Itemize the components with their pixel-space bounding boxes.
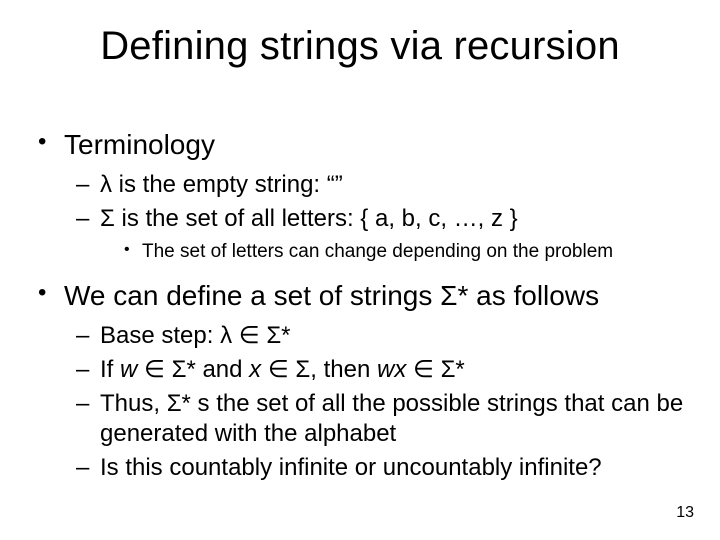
text: If [100, 356, 120, 383]
text: * [455, 356, 464, 383]
text: Terminology [64, 129, 215, 160]
text: * and [186, 356, 249, 383]
sub-inductive-step: If w ∈ Σ* and x ∈ Σ, then wx ∈ Σ* [76, 355, 686, 385]
bullet-terminology: Terminology λ is the empty string: “” Σ … [36, 128, 686, 275]
sub-thus: Thus, Σ* s the set of all the possible s… [76, 389, 686, 449]
sigma-sym: Σ [441, 356, 456, 383]
text: is the set of all letters: { a, b, c, …,… [115, 205, 518, 232]
sub-base-step: Base step: λ ∈ Σ* [76, 321, 686, 351]
note-letters-change: The set of letters can change depending … [124, 240, 686, 264]
elem-sym: ∈ [261, 356, 295, 383]
var-x: x [249, 356, 261, 383]
sigma-sym: Σ [100, 205, 115, 232]
text: , then [310, 356, 377, 383]
sigma-sym: Σ [266, 322, 281, 349]
text: Is this countably infinite or uncountabl… [100, 454, 602, 481]
text: We can define a set of strings [64, 280, 440, 311]
text: Thus, [100, 390, 167, 417]
slide: Defining strings via recursion Terminolo… [0, 0, 720, 540]
sub-question: Is this countably infinite or uncountabl… [76, 453, 686, 483]
text: Base step: [100, 322, 220, 349]
elem-sym: ∈ [406, 356, 440, 383]
sigma-sym: Σ [167, 390, 182, 417]
sub-sigma-letters: Σ is the set of all letters: { a, b, c, … [76, 204, 686, 264]
slide-body: Terminology λ is the empty string: “” Σ … [36, 128, 686, 487]
lambda-sym: λ [100, 171, 112, 198]
text: The set of letters can change depending … [142, 241, 613, 262]
bullet-define-set: We can define a set of strings Σ* as fol… [36, 279, 686, 483]
text: * as follows [457, 280, 599, 311]
sub-lambda-empty: λ is the empty string: “” [76, 170, 686, 200]
text: is the empty string: “” [112, 171, 343, 198]
text: * [281, 322, 290, 349]
sigma-sym: Σ [295, 356, 310, 383]
var-w: w [120, 356, 137, 383]
slide-title: Defining strings via recursion [0, 24, 720, 69]
elem-sym: ∈ [232, 322, 266, 349]
lambda-sym: λ [220, 322, 232, 349]
var-wx: wx [377, 356, 406, 383]
page-number: 13 [676, 504, 694, 522]
text: * s the set of all the possible strings … [100, 390, 683, 447]
sigma-sym: Σ [440, 280, 457, 311]
sigma-sym: Σ [172, 356, 187, 383]
elem-sym: ∈ [137, 356, 171, 383]
